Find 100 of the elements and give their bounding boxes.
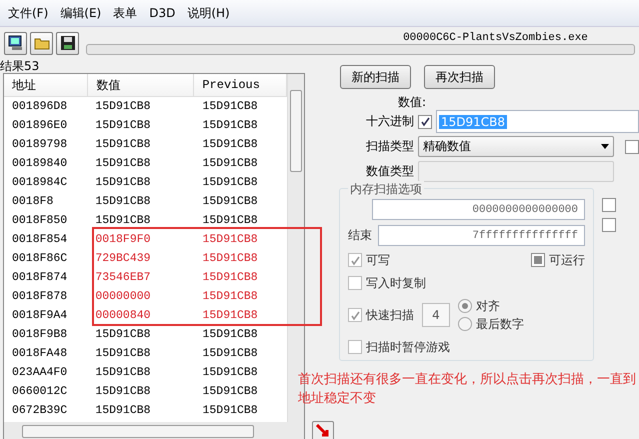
table-cell-text: 15D91CB8 [94,138,152,151]
table-cell-text: 15D91CB8 [202,385,259,398]
hex-checkbox[interactable] [418,114,432,128]
end-label: 结束 [348,227,372,244]
table-cell-text: 15D91CB8 [94,328,152,341]
group-title: 内存扫描选项 [348,181,424,198]
table-cell-text: 729BC439 [94,252,152,265]
menu-item[interactable]: 表单 [113,4,138,22]
table-cell-text: 15D91CB8 [94,366,152,379]
checkbox-label: 快速扫描 [366,306,414,324]
horizontal-scrollbar[interactable] [4,422,304,439]
table-cell-text: 15D91CB8 [202,309,259,322]
process-button[interactable] [4,32,27,54]
table-cell-text: 0018F874 [11,271,68,284]
table-cell-text: 00189798 [11,138,68,151]
table-cell-text: 15D91CB8 [202,271,259,284]
pause-checkbox[interactable] [348,340,362,354]
dropdown-arrow-icon [601,144,609,149]
table-cell-text: 0018F850 [11,214,68,227]
table-cell-text: 15D91CB8 [94,119,152,132]
radio-button[interactable] [458,317,472,331]
computer-icon [8,35,24,51]
table-cell-text: 15D91CB8 [202,366,259,379]
table-cell-text: 0018FA48 [11,347,68,360]
checkbox[interactable] [602,218,616,232]
table-cell-text: 15D91CB8 [202,195,259,208]
checkbox-label: 扫描时暂停游戏 [366,338,450,356]
column-header[interactable]: 数值 [88,74,194,96]
table-cell-text: 00000000 [94,290,152,303]
table-cell-text: 15D91CB8 [202,347,259,360]
checkbox[interactable] [625,140,639,154]
writable-checkbox[interactable] [348,253,362,267]
table-cell-text: 0660012C [11,385,68,398]
copy-on-write-checkbox[interactable] [348,276,362,290]
executable-checkbox[interactable] [531,253,545,267]
table-cell-text: 001896E0 [11,119,68,132]
scan-type-dropdown[interactable]: 精确数值 [418,136,614,157]
table-cell-text: 00189840 [11,157,68,170]
scan-type-label: 扫描类型 [365,138,414,155]
process-name: 00000C6C-PlantsVsZombies.exe [403,32,588,44]
table-cell-text: 15D91CB8 [202,328,259,341]
table-cell-text: 023AA4F0 [11,366,68,379]
table-cell-text: 15D91CB8 [94,214,152,227]
table-cell-text: 0018F9F0 [94,233,152,246]
table-cell-text: 15D91CB8 [202,290,259,303]
table-cell-text: 15D91CB8 [94,195,152,208]
value-label: 数值: [398,96,428,109]
scan-button[interactable]: 新的扫描 [340,65,411,89]
menu-item[interactable]: 编辑(E) [60,4,102,22]
table-cell-text: 001896D8 [11,100,68,113]
table-cell-text: 0018F8 [11,195,54,208]
table-cell-text: 15D91CB8 [94,100,152,113]
arrow-button[interactable] [312,421,334,439]
table-cell-text: 15D91CB8 [94,176,152,189]
table-cell-text: 15D91CB8 [202,404,259,417]
table-cell-text: 73546EB7 [94,271,152,284]
table-cell-text: 0018F878 [11,290,68,303]
table-cell-text: 15D91CB8 [202,100,259,113]
table-cell-text: 15D91CB8 [202,233,259,246]
checkbox-label: 写入时复制 [366,274,426,292]
table-cell-text: 00000840 [94,309,152,322]
menu-item[interactable]: 文件(F) [8,4,48,22]
checkbox-label: 可运行 [549,252,585,268]
table-cell-text: 15D91CB8 [94,347,152,360]
table-cell-text: 0018F86C [11,252,68,265]
arrow-icon [316,424,330,438]
hex-label: 十六进制 [365,113,414,130]
table-cell-text: 15D91CB8 [94,385,152,398]
fast-scan-checkbox[interactable] [348,308,362,322]
table-cell-text: 0018F854 [11,233,68,246]
table-cell-text: 15D91CB8 [202,252,259,265]
table-cell-text: 0018F9A4 [11,309,68,322]
annotation-text: 首次扫描还有很多一直在变化，所以点击再次扫描，一直到地址稳定不变 [298,371,637,408]
value-type-label: 数值类型 [365,163,414,180]
end-address-field[interactable]: 7fffffffffffffff [378,225,585,246]
save-button[interactable] [56,32,79,54]
open-button[interactable] [30,32,53,54]
radio-label: 对齐 [476,298,500,314]
save-icon [60,35,76,51]
menu-item[interactable]: 说明(H) [187,4,230,22]
start-address-field[interactable]: 0000000000000000 [372,199,585,220]
table-cell-text: 15D91CB8 [202,157,259,170]
table-cell-text: 15D91CB8 [94,404,152,417]
table-cell-text: 0018F9B8 [11,328,68,341]
radio-label: 最后数字 [476,316,524,332]
alignment-field[interactable]: 4 [422,303,450,327]
table-cell-text: 15D91CB8 [202,119,259,132]
checkbox[interactable] [602,198,616,212]
checkbox-label: 可写 [366,252,390,268]
scan-button[interactable]: 再次扫描 [424,65,495,89]
table-cell-text: 0672B39C [11,404,68,417]
results-count: 结果53 [0,59,40,73]
table-cell-text: 15D91CB8 [202,176,259,189]
radio-button[interactable] [458,299,472,313]
table-cell-text: 0018984C [11,176,68,189]
column-header[interactable]: 地址 [4,74,88,96]
menu-item[interactable]: D3D [149,6,176,20]
table-cell-text: 15D91CB8 [94,157,152,170]
table-cell-text: 15D91CB8 [202,138,259,151]
table-cell-text: 15D91CB8 [202,214,259,227]
